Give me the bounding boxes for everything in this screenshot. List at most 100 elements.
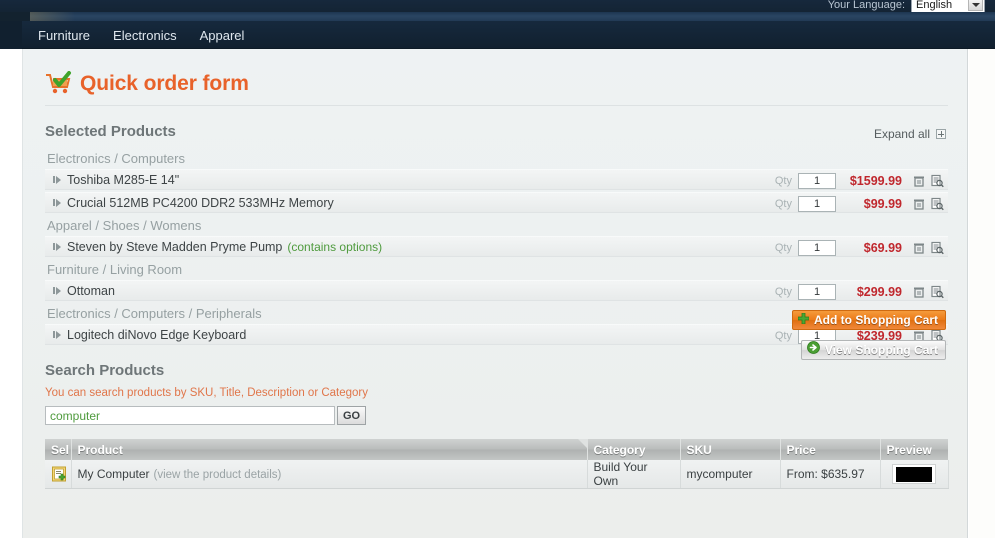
product-name: Crucial 512MB PC4200 DDR2 533MHz Memory: [67, 195, 334, 210]
page-right-margin: [969, 49, 995, 538]
trash-icon[interactable]: [912, 241, 926, 255]
search-go-button[interactable]: GO: [337, 406, 366, 425]
view-cart-label: View Shopping Cart: [824, 343, 938, 357]
sort-indicator-icon: [577, 439, 587, 448]
product-name: Logitech diNovo Edge Keyboard: [67, 327, 247, 342]
row-controls: Qty $299.99: [775, 281, 944, 302]
edit-details-icon[interactable]: [930, 285, 944, 299]
top-utility-bar-inner: Your Language: English: [0, 0, 995, 13]
nav-item-furniture[interactable]: Furniture: [38, 28, 90, 43]
add-to-shopping-cart-button[interactable]: Add to Shopping Cart: [792, 310, 946, 330]
selected-product-row[interactable]: Ottoman Qty $299.99: [45, 280, 948, 301]
qty-input[interactable]: [798, 195, 836, 212]
row-icons: [912, 197, 944, 211]
header-band: [0, 12, 995, 21]
search-hint-text: You can search products by SKU, Title, D…: [45, 387, 369, 399]
view-shopping-cart-button[interactable]: View Shopping Cart: [800, 340, 946, 360]
page-title-row: Quick order form: [44, 71, 249, 97]
search-products-heading: Search Products: [45, 362, 165, 379]
edit-details-icon[interactable]: [930, 197, 944, 211]
expand-all-toggle[interactable]: Expand all: [874, 127, 946, 141]
selected-product-row[interactable]: Steven by Steve Madden Pryme Pump (conta…: [45, 236, 948, 257]
expand-row-icon[interactable]: [53, 330, 61, 339]
sku-cell: mycomputer: [680, 460, 781, 489]
select-cell[interactable]: [45, 460, 72, 489]
edit-details-icon[interactable]: [930, 241, 944, 255]
column-header-preview[interactable]: Preview: [880, 439, 948, 460]
title-divider: [45, 105, 948, 106]
search-input[interactable]: [45, 406, 335, 425]
column-header-product-label: Product: [77, 442, 123, 457]
column-header-price[interactable]: Price: [780, 439, 881, 460]
product-name: Toshiba M285-E 14": [67, 172, 180, 187]
category-cell: Build Your Own: [587, 460, 681, 489]
row-icons: [912, 285, 944, 299]
language-label: Your Language:: [827, 0, 905, 11]
expand-row-icon[interactable]: [53, 286, 61, 295]
search-row: GO: [45, 406, 366, 425]
table-header-row: Sel Product Category SKU Price Preview: [45, 439, 948, 460]
product-name: Ottoman: [67, 283, 115, 298]
top-utility-bar: Your Language: English: [0, 0, 995, 13]
category-label: Electronics / Computers: [47, 151, 185, 166]
page-title: Quick order form: [80, 72, 249, 95]
language-value: English: [916, 0, 953, 11]
preview-cell[interactable]: [880, 460, 949, 489]
row-icons: [912, 241, 944, 255]
trash-icon[interactable]: [912, 174, 926, 188]
row-controls: Qty $1599.99: [775, 170, 944, 191]
chevron-down-icon[interactable]: [968, 0, 983, 11]
nav-left-cap: [0, 21, 22, 49]
column-header-product[interactable]: Product: [71, 439, 588, 460]
add-to-order-icon[interactable]: [51, 466, 67, 482]
arrow-right-circle-icon: [806, 341, 820, 359]
plus-box-icon[interactable]: [936, 129, 946, 139]
column-header-sel[interactable]: Sel: [45, 439, 72, 460]
qty-label: Qty: [774, 329, 792, 342]
price-cell: From: $635.97: [780, 460, 881, 489]
nav-item-electronics[interactable]: Electronics: [113, 28, 177, 43]
selected-product-row[interactable]: Toshiba M285-E 14" Qty $1599.99: [45, 169, 948, 190]
product-title: My Computer: [77, 467, 150, 481]
row-controls: Qty $69.99: [775, 237, 944, 258]
header-band-cap: [0, 12, 30, 21]
qty-label: Qty: [774, 285, 792, 298]
shopping-cart-check-icon: [44, 71, 74, 97]
qty-label: Qty: [774, 174, 792, 187]
expand-row-icon[interactable]: [53, 175, 61, 184]
qty-input[interactable]: [798, 239, 836, 256]
product-cell[interactable]: My Computer (view the product details): [71, 460, 588, 489]
product-price: $69.99: [863, 240, 902, 255]
page-left-margin: [0, 49, 22, 538]
category-label: Furniture / Living Room: [47, 262, 183, 277]
product-details-link[interactable]: (view the product details): [154, 469, 282, 481]
category-label: Apparel / Shoes / Womens: [47, 218, 202, 233]
page-content: Quick order form Selected Products Expan…: [22, 49, 968, 538]
nav-item-apparel[interactable]: Apparel: [200, 28, 245, 43]
nav-items: Furniture Electronics Apparel: [38, 21, 244, 49]
expand-row-icon[interactable]: [53, 198, 61, 207]
trash-icon[interactable]: [912, 285, 926, 299]
qty-input[interactable]: [798, 172, 836, 189]
selected-product-row[interactable]: Crucial 512MB PC4200 DDR2 533MHz Memory …: [45, 192, 948, 213]
product-price: $1599.99: [849, 173, 902, 188]
qty-input[interactable]: [798, 283, 836, 300]
qty-label: Qty: [774, 241, 792, 254]
column-header-category[interactable]: Category: [587, 439, 681, 460]
selected-products-heading: Selected Products: [45, 123, 176, 140]
product-price: $299.99: [856, 284, 902, 299]
expand-row-icon[interactable]: [53, 242, 61, 251]
add-to-cart-label: Add to Shopping Cart: [814, 313, 938, 327]
main-navigation-bar: Furniture Electronics Apparel: [0, 21, 995, 49]
edit-details-icon[interactable]: [930, 174, 944, 188]
product-preview-image: [892, 464, 936, 484]
qty-label: Qty: [774, 197, 792, 210]
search-results-table: Sel Product Category SKU Price Preview M…: [45, 439, 949, 489]
product-name: Steven by Steve Madden Pryme Pump: [67, 239, 283, 254]
row-icons: [912, 174, 944, 188]
column-header-sku[interactable]: SKU: [680, 439, 781, 460]
row-controls: Qty $99.99: [775, 193, 944, 214]
table-row[interactable]: My Computer (view the product details) Bu…: [45, 460, 949, 489]
plus-icon: [797, 311, 810, 329]
trash-icon[interactable]: [912, 197, 926, 211]
